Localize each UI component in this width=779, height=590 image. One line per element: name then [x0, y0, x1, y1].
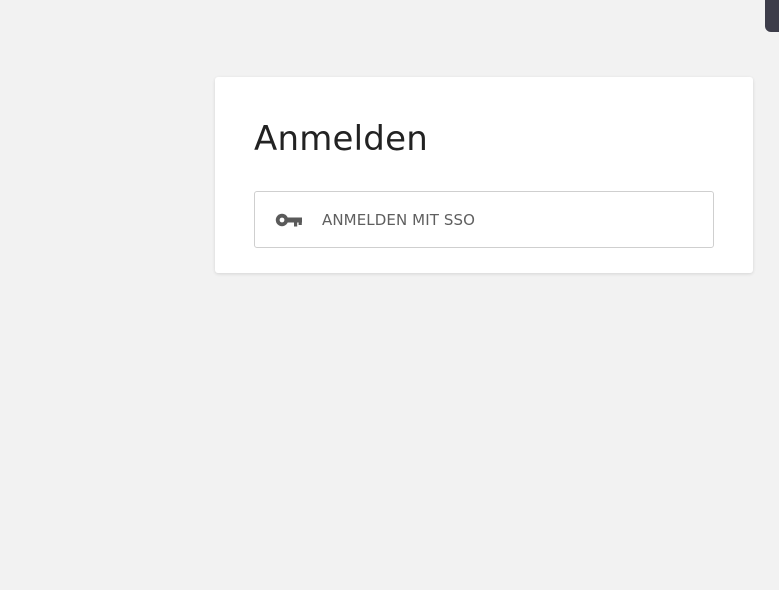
page-title: Anmelden [254, 119, 428, 159]
sso-button-label: ANMELDEN MIT SSO [322, 210, 476, 229]
corner-tab [765, 0, 779, 32]
sso-login-button[interactable]: ANMELDEN MIT SSO [254, 191, 714, 248]
login-card: Anmelden ANMELDEN MIT SSO [215, 77, 753, 273]
key-icon [275, 212, 303, 228]
